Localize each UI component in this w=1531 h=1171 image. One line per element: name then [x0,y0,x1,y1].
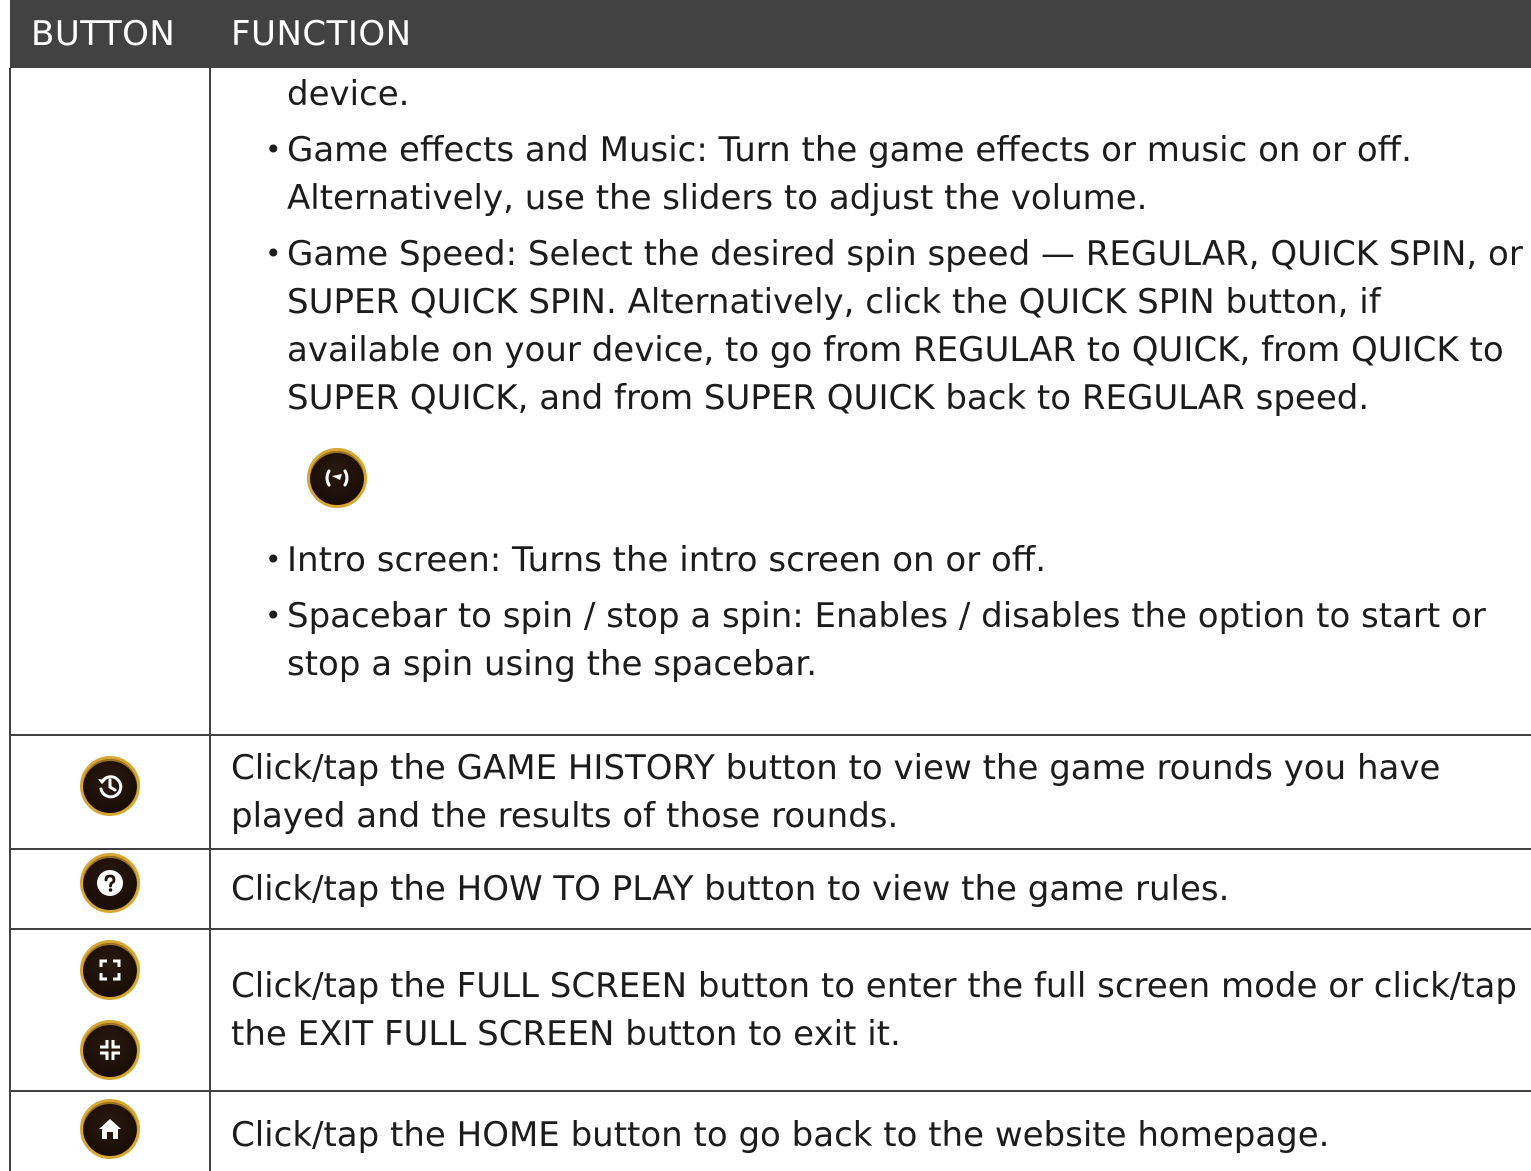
button-function-table: BUTTON FUNCTION device. • Game effects a… [9,0,1531,1171]
bullet: • [265,543,282,576]
question-icon [80,852,140,913]
history-button-cell [9,735,211,850]
bullet: • [265,133,282,166]
settings-list: • Game effects and Music: Turn the game … [211,126,1523,688]
settings-continuation-text: device. [287,74,410,114]
home-function-cell: Click/tap the HOME button to go back to … [209,1091,1531,1171]
settings-function-cell: device. • Game effects and Music: Turn t… [209,68,1531,736]
fullscreen-button-cell [9,929,211,1092]
table-row-home: Click/tap the HOME button to go back to … [9,1091,1531,1171]
table-row-howto: Click/tap the HOW TO PLAY button to view… [9,849,1531,930]
spacebar-text: Spacebar to spin / stop a spin: Enables … [287,596,1486,684]
help-page: BUTTON FUNCTION device. • Game effects a… [0,0,1531,1171]
header-function: FUNCTION [210,0,1531,68]
header-button: BUTTON [10,0,210,68]
quick-spin-icon-wrap [287,428,1523,528]
fullscreen-function-cell: Click/tap the FULL SCREEN button to ente… [209,929,1531,1092]
howto-function-cell: Click/tap the HOW TO PLAY button to view… [209,849,1531,930]
fullscreen-icon-stack [11,940,209,1080]
game-speed-text: Game Speed: Select the desired spin spee… [287,234,1523,418]
bullet: • [265,599,282,632]
list-item-spacebar: • Spacebar to spin / stop a spin: Enable… [265,592,1523,688]
settings-button-cell [9,68,211,736]
history-icon [80,755,140,816]
table-row-history: Click/tap the GAME HISTORY button to vie… [9,735,1531,850]
fullscreen-enter-icon [80,940,140,1000]
intro-screen-text: Intro screen: Turns the intro screen on … [287,540,1047,580]
fullscreen-exit-icon [80,1020,140,1080]
home-icon [80,1098,140,1159]
table-row-settings: device. • Game effects and Music: Turn t… [9,68,1531,736]
history-function-cell: Click/tap the GAME HISTORY button to vie… [209,735,1531,850]
list-item-game-speed: • Game Speed: Select the desired spin sp… [265,230,1523,528]
list-item-intro-screen: • Intro screen: Turns the intro screen o… [265,536,1523,584]
howto-button-cell [9,849,211,930]
quick-spin-icon [307,448,367,508]
home-button-cell [9,1091,211,1171]
effects-music-text: Game effects and Music: Turn the game ef… [287,130,1412,218]
bullet: • [265,237,282,270]
table-header-row: BUTTON FUNCTION [10,0,1531,68]
table-row-fullscreen: Click/tap the FULL SCREEN button to ente… [9,929,1531,1092]
list-item-effects-music: • Game effects and Music: Turn the game … [265,126,1523,222]
